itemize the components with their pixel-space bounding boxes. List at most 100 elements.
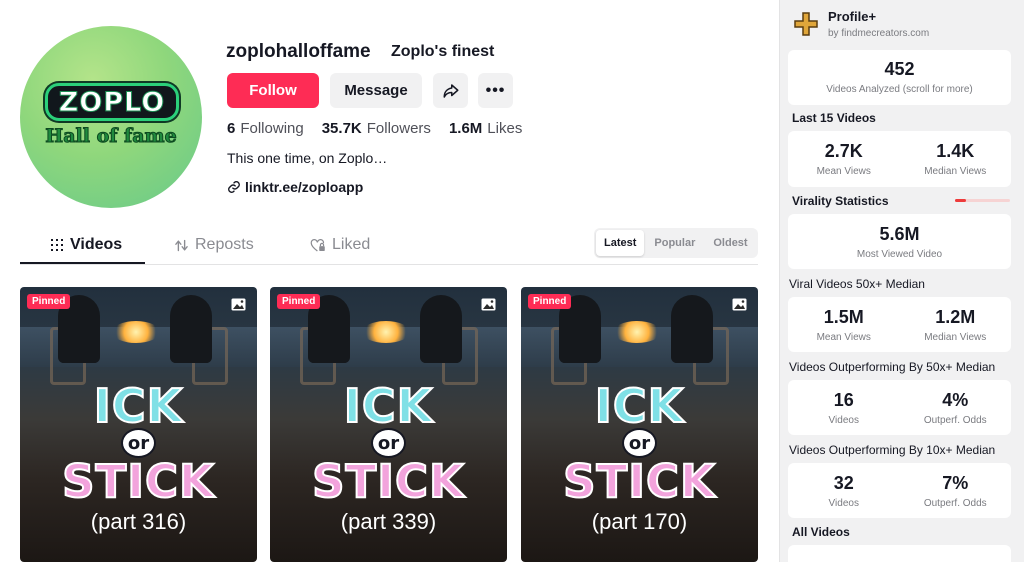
stat-label: Videos — [828, 414, 859, 426]
stat-value: 16 — [833, 389, 854, 410]
stat-value: 1.4K — [936, 141, 975, 161]
link-icon — [228, 181, 240, 193]
card-title-bottom: STICK — [311, 454, 465, 509]
virality-meter — [955, 199, 1010, 202]
share-icon — [443, 83, 458, 98]
stat-value: 5.6M — [879, 224, 920, 244]
card-background — [170, 295, 212, 363]
pinned-badge: Pinned — [277, 294, 321, 309]
virality-meter-fill — [955, 199, 966, 202]
stat-value: 35.7K — [321, 120, 362, 137]
profile-link-text: linktr.ee/zoploapp — [245, 179, 364, 195]
bio: This one time, on Zoplo… — [227, 150, 388, 166]
stat-value: 32 — [833, 472, 854, 493]
section-heading: Videos Outperforming By 10x+ Median — [789, 443, 996, 457]
tab-videos[interactable]: Videos — [50, 236, 122, 254]
section-heading: Last 15 Videos — [792, 111, 876, 125]
stat-following[interactable]: 6 Following — [227, 120, 304, 137]
card-background — [362, 321, 410, 343]
nickname: Zoplo's finest — [391, 43, 495, 60]
card-background — [420, 295, 462, 363]
card-title-top: ICK — [594, 378, 685, 434]
grid-icon — [51, 239, 63, 251]
card-title-mid: or — [121, 428, 156, 458]
stat-value: 2.7K — [824, 141, 863, 161]
stat-value: 4% — [942, 389, 969, 410]
stat-value: 6 — [227, 120, 236, 137]
tab-label: Reposts — [195, 236, 254, 253]
section-heading: Videos Outperforming By 50x+ Median — [789, 360, 996, 374]
video-card[interactable]: Pinned ICK or STICK (part 339) — [270, 287, 507, 562]
stat-label: Most Viewed Video — [856, 249, 943, 260]
panel-title: Profile+ — [828, 9, 877, 24]
avatar[interactable]: ZOPLO Hall of fame — [20, 26, 202, 208]
stat-value: 1.5M — [823, 306, 864, 327]
profile-stats: 6 Following 35.7K Followers 1.6M Likes — [227, 120, 522, 137]
photo-icon — [481, 298, 496, 311]
heart-lock-icon — [310, 238, 325, 252]
message-button[interactable]: Message — [330, 73, 422, 108]
share-button[interactable] — [433, 73, 468, 108]
panel-subtitle[interactable]: by findmecreators.com — [828, 28, 929, 39]
viral50-card: 1.5M Mean Views 1.2M Median Views — [788, 297, 1011, 352]
stat-value: 1.6M — [448, 120, 483, 137]
last15-card: 2.7K Mean Views 1.4K Median Views — [788, 131, 1011, 187]
stat-likes: 1.6M Likes — [449, 120, 522, 137]
card-background — [671, 295, 713, 363]
card-title-bottom: STICK — [61, 454, 215, 509]
tab-liked[interactable]: Liked — [310, 236, 370, 254]
profile-link[interactable]: linktr.ee/zoploapp — [227, 179, 363, 195]
profile-plus-panel: Profile+ by findmecreators.com 452 Video… — [779, 0, 1024, 562]
card-title-top: ICK — [343, 378, 434, 434]
sort-oldest[interactable]: Oldest — [705, 230, 755, 256]
pinned-badge: Pinned — [27, 294, 71, 309]
follow-button[interactable]: Follow — [227, 73, 319, 108]
stat-label: Videos Analyzed (scroll for more) — [826, 84, 973, 95]
video-card[interactable]: Pinned ICK or STICK (part 316) — [20, 287, 257, 562]
repost-icon — [175, 239, 188, 251]
stat-label: Likes — [487, 120, 523, 137]
sort-popular[interactable]: Popular — [646, 230, 703, 256]
more-button[interactable]: ••• — [478, 73, 513, 108]
section-heading: Virality Statistics — [792, 194, 889, 208]
outperf50-card: 16 Videos 4% Outperf. Odds — [788, 380, 1011, 435]
videos-analyzed-card: 452 Videos Analyzed (scroll for more) — [788, 50, 1011, 105]
pinned-badge: Pinned — [528, 294, 572, 309]
active-tab-underline — [20, 262, 145, 264]
stat-label: Following — [240, 120, 304, 137]
tab-reposts[interactable]: Reposts — [174, 236, 254, 254]
username: zoplohalloffame — [226, 41, 371, 62]
section-heading: Viral Videos 50x+ Median — [789, 277, 925, 291]
stat-label: Mean Views — [816, 166, 871, 177]
video-card[interactable]: Pinned ICK or STICK (part 170) — [521, 287, 758, 562]
card-title-bottom: STICK — [562, 454, 716, 509]
photo-icon — [732, 298, 747, 311]
sort-toggle: Latest Popular Oldest — [594, 228, 758, 258]
card-part-label: (part 339) — [340, 509, 437, 534]
card-title-mid: or — [622, 428, 657, 458]
card-background — [112, 321, 160, 343]
stat-value: 7% — [942, 472, 969, 493]
stat-followers[interactable]: 35.7K Followers — [322, 120, 431, 137]
avatar-logo: ZOPLO — [45, 83, 179, 121]
tab-label: Videos — [70, 236, 123, 253]
card-part-label: (part 316) — [90, 509, 187, 534]
stat-label: Outperf. Odds — [923, 497, 987, 509]
avatar-logo-text: ZOPLO — [58, 86, 166, 118]
section-heading: All Videos — [792, 525, 850, 539]
stat-value: 452 — [884, 59, 915, 79]
all-videos-card — [788, 545, 1011, 562]
most-viewed-card: 5.6M Most Viewed Video — [788, 214, 1011, 269]
stat-label: Median Views — [924, 166, 987, 177]
avatar-logo-subtext: Hall of fame — [45, 125, 177, 148]
stat-label: Mean Views — [816, 331, 871, 343]
tab-label: Liked — [332, 236, 371, 253]
sort-latest[interactable]: Latest — [596, 230, 645, 256]
more-icon: ••• — [485, 81, 506, 99]
stat-value: 1.2M — [935, 306, 976, 327]
card-background — [613, 321, 661, 343]
plus-logo-icon — [794, 12, 818, 36]
stat-label: Median Views — [924, 331, 987, 343]
photo-icon — [231, 298, 246, 311]
card-title-top: ICK — [93, 378, 184, 434]
